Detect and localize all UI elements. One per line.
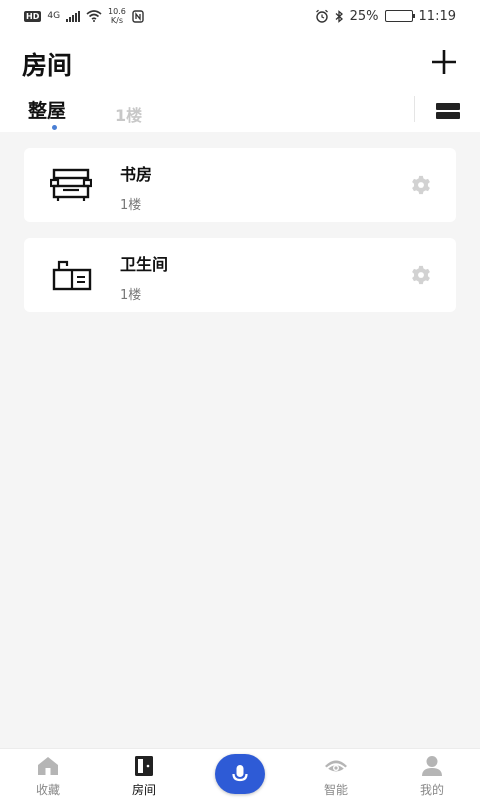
wifi-icon <box>86 10 102 22</box>
room-name: 卫生间 <box>120 255 169 274</box>
room-floor: 1楼 <box>120 198 142 213</box>
nav-label: 收藏 <box>35 783 60 797</box>
nav-label: 智能 <box>323 783 348 797</box>
gear-icon[interactable] <box>410 264 432 286</box>
bluetooth-icon <box>335 9 343 23</box>
cabinet-icon <box>52 260 92 291</box>
home-icon <box>38 757 58 775</box>
clock: 11:19 <box>418 8 456 24</box>
network-type: 4G <box>47 10 61 21</box>
gear-icon[interactable] <box>410 174 432 196</box>
plus-icon <box>432 50 456 74</box>
tab-active-indicator <box>52 125 57 130</box>
nav-favorites[interactable]: 收藏 <box>8 749 88 800</box>
tab-whole-house[interactable]: 整屋 <box>28 96 66 123</box>
status-bar: HD 4G 10.6 K/s 25% 11:19 <box>0 0 480 32</box>
voice-assistant-button[interactable] <box>215 754 265 794</box>
tab-floor-1[interactable]: 1楼 <box>115 102 142 126</box>
eye-icon <box>325 760 347 772</box>
nav-label: 房间 <box>131 783 156 797</box>
nav-smart[interactable]: 智能 <box>296 749 376 800</box>
room-list: 书房 1楼 卫生间 1楼 <box>24 148 456 328</box>
room-card-study[interactable]: 书房 1楼 <box>24 148 456 222</box>
status-left: HD 4G 10.6 K/s <box>24 7 144 25</box>
tab-divider <box>414 96 415 122</box>
hd-badge: HD <box>24 10 42 22</box>
status-right: 25% 11:19 <box>315 9 456 24</box>
network-speed: 10.6 K/s <box>108 7 126 25</box>
page-title: 房间 <box>22 51 73 80</box>
list-view-icon[interactable] <box>436 100 460 122</box>
nfc-icon <box>132 9 144 23</box>
user-icon <box>422 756 442 776</box>
signal-icon <box>66 10 81 22</box>
nav-rooms[interactable]: 房间 <box>104 749 184 800</box>
nav-profile[interactable]: 我的 <box>392 749 472 800</box>
battery-percent: 25% <box>349 8 379 24</box>
microphone-icon <box>232 765 248 782</box>
speed-unit: K/s <box>110 16 123 25</box>
battery-icon <box>384 10 415 22</box>
alarm-icon <box>315 9 328 23</box>
nav-label: 我的 <box>419 783 444 797</box>
add-room-button[interactable] <box>426 46 462 78</box>
room-name: 书房 <box>120 165 153 184</box>
door-icon <box>135 756 153 776</box>
floor-tabs: 整屋 1楼 <box>0 92 480 132</box>
desk-icon <box>50 168 92 201</box>
room-floor: 1楼 <box>120 288 142 303</box>
header: 房间 整屋 1楼 <box>0 32 480 132</box>
room-card-bathroom[interactable]: 卫生间 1楼 <box>24 238 456 312</box>
speed-value: 10.6 <box>108 7 126 16</box>
